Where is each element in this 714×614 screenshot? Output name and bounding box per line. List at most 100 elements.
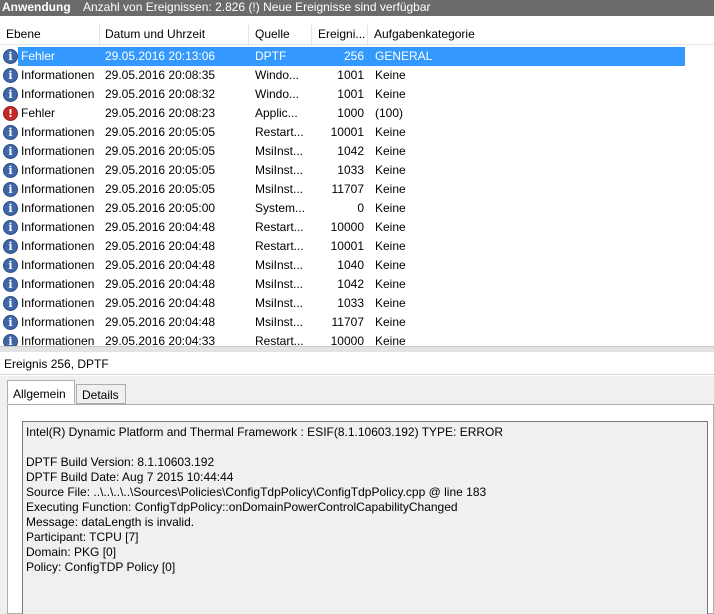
tab-general[interactable]: Allgemein (7, 380, 75, 404)
table-row[interactable]: i Informationen 29.05.2016 20:04:48 MsiInst… (0, 294, 714, 313)
information-icon: i (3, 220, 18, 235)
description-line: Executing Function: ConfigTdpPolicy::onD… (26, 500, 458, 514)
description-line: DPTF Build Version: 8.1.10603.192 (26, 455, 215, 469)
source-cell: MsiInst... (255, 277, 304, 291)
date-cell: 29.05.2016 20:05:00 (105, 201, 216, 215)
event-list[interactable]: Ebene Datum und Uhrzeit Quelle Ereigni..… (0, 25, 714, 347)
level-cell: Informationen (21, 144, 95, 158)
description-line: Domain: PKG [0] (26, 545, 117, 559)
date-cell: 29.05.2016 20:04:48 (105, 239, 216, 253)
source-cell: Windo... (255, 68, 300, 82)
table-row[interactable]: ! Fehler 29.05.2016 20:08:23 Applic... 1000 (… (0, 104, 714, 123)
event-id-cell: 10001 (330, 125, 364, 139)
table-row[interactable]: i Informationen 29.05.2016 20:08:32 Windo..… (0, 85, 714, 104)
category-cell: Keine (375, 315, 406, 329)
source-cell: Restart... (255, 220, 304, 234)
date-cell: 29.05.2016 20:04:33 (105, 334, 216, 347)
event-id-cell: 1042 (337, 277, 364, 291)
table-row[interactable]: i Informationen 29.05.2016 20:04:33 Restart… (0, 332, 714, 347)
event-details-panel: Allgemein Details Intel(R) Dynamic Platf… (0, 376, 714, 614)
information-icon: i (3, 334, 18, 346)
event-id-cell: 1000 (337, 106, 364, 120)
event-id-cell: 10000 (330, 334, 364, 347)
table-row[interactable]: i Informationen 29.05.2016 20:04:48 MsiInst… (0, 313, 714, 332)
information-icon: i (3, 68, 18, 83)
level-cell: Informationen (21, 258, 95, 272)
category-cell: Keine (375, 334, 406, 347)
source-cell: MsiInst... (255, 144, 304, 158)
event-id-cell: 1033 (337, 163, 364, 177)
category-cell: Keine (375, 296, 406, 310)
event-count-notice[interactable]: Anzahl von Ereignissen: 2.826 (!) Neue E… (83, 0, 431, 15)
level-cell: Informationen (21, 125, 95, 139)
description-line: Message: dataLength is invalid. (26, 515, 195, 529)
date-cell: 29.05.2016 20:04:48 (105, 220, 216, 234)
category-cell: Keine (375, 87, 406, 101)
table-row[interactable]: i Informationen 29.05.2016 20:08:35 Windo..… (0, 66, 714, 85)
table-row[interactable]: i Informationen 29.05.2016 20:05:05 MsiInst… (0, 180, 714, 199)
event-id-cell: 0 (357, 201, 364, 215)
information-icon: i (3, 201, 18, 216)
column-header-level[interactable]: Ebene (0, 25, 100, 45)
column-header-date[interactable]: Datum und Uhrzeit (99, 25, 249, 45)
information-icon: i (3, 144, 18, 159)
information-icon: i (3, 258, 18, 273)
date-cell: 29.05.2016 20:05:05 (105, 163, 216, 177)
date-cell: 29.05.2016 20:05:05 (105, 182, 216, 196)
window-title-bar: Anwendung Anzahl von Ereignissen: 2.826 … (0, 0, 714, 16)
column-header-source[interactable]: Quelle (249, 25, 312, 45)
error-icon: ! (3, 106, 18, 121)
table-row[interactable]: i Informationen 29.05.2016 20:04:48 MsiInst… (0, 275, 714, 294)
table-row[interactable]: i Informationen 29.05.2016 20:05:05 MsiInst… (0, 161, 714, 180)
category-cell: Keine (375, 68, 406, 82)
log-name: Anwendung (2, 0, 71, 14)
table-row[interactable]: i Informationen 29.05.2016 20:04:48 Restart… (0, 237, 714, 256)
level-cell: Informationen (21, 182, 95, 196)
event-id-cell: 11707 (331, 182, 364, 196)
category-cell: Keine (375, 201, 406, 215)
level-cell: Informationen (21, 87, 95, 101)
table-row[interactable]: i Fehler 29.05.2016 20:13:06 DPTF 256 GENERAL (0, 47, 714, 66)
table-row[interactable]: i Informationen 29.05.2016 20:05:05 Restart… (0, 123, 714, 142)
column-header-category[interactable]: Aufgabenkategorie (368, 25, 714, 45)
event-list-header: Ebene Datum und Uhrzeit Quelle Ereigni..… (0, 25, 714, 45)
category-cell: Keine (375, 144, 406, 158)
date-cell: 29.05.2016 20:05:05 (105, 125, 216, 139)
date-cell: 29.05.2016 20:13:06 (105, 49, 216, 63)
level-cell: Informationen (21, 68, 95, 82)
event-details-title: Ereignis 256, DPTF (0, 352, 714, 375)
date-cell: 29.05.2016 20:05:05 (105, 144, 216, 158)
category-cell: Keine (375, 182, 406, 196)
table-row[interactable]: i Informationen 29.05.2016 20:04:48 Restart… (0, 218, 714, 237)
source-cell: Restart... (255, 334, 304, 347)
level-cell: Fehler (21, 49, 56, 63)
source-cell: Windo... (255, 87, 300, 101)
level-cell: Informationen (21, 220, 95, 234)
description-line: Intel(R) Dynamic Platform and Thermal Fr… (26, 425, 504, 439)
category-cell: Keine (375, 163, 406, 177)
description-line: DPTF Build Date: Aug 7 2015 10:44:44 (26, 470, 234, 484)
source-cell: MsiInst... (255, 296, 304, 310)
tab-details[interactable]: Details (76, 384, 126, 404)
information-icon: i (3, 239, 18, 254)
event-id-cell: 1042 (337, 144, 364, 158)
information-icon: i (3, 315, 18, 330)
source-cell: System... (255, 201, 306, 215)
event-id-cell: 1033 (337, 296, 364, 310)
event-id-cell: 10000 (330, 220, 364, 234)
event-id-cell: 1001 (337, 87, 364, 101)
source-cell: MsiInst... (255, 258, 304, 272)
column-header-event-id[interactable]: Ereigni... (312, 25, 368, 45)
category-cell: Keine (375, 277, 406, 291)
level-cell: Informationen (21, 239, 95, 253)
table-row[interactable]: i Informationen 29.05.2016 20:04:48 MsiInst… (0, 256, 714, 275)
table-row[interactable]: i Informationen 29.05.2016 20:05:00 System.… (0, 199, 714, 218)
information-icon: i (3, 125, 18, 140)
category-cell: Keine (375, 258, 406, 272)
information-icon: i (3, 87, 18, 102)
table-row[interactable]: i Informationen 29.05.2016 20:05:05 MsiInst… (0, 142, 714, 161)
category-cell: Keine (375, 125, 406, 139)
source-cell: MsiInst... (255, 315, 304, 329)
source-cell: MsiInst... (255, 182, 304, 196)
event-description-textbox[interactable]: Intel(R) Dynamic Platform and Thermal Fr… (22, 421, 708, 614)
